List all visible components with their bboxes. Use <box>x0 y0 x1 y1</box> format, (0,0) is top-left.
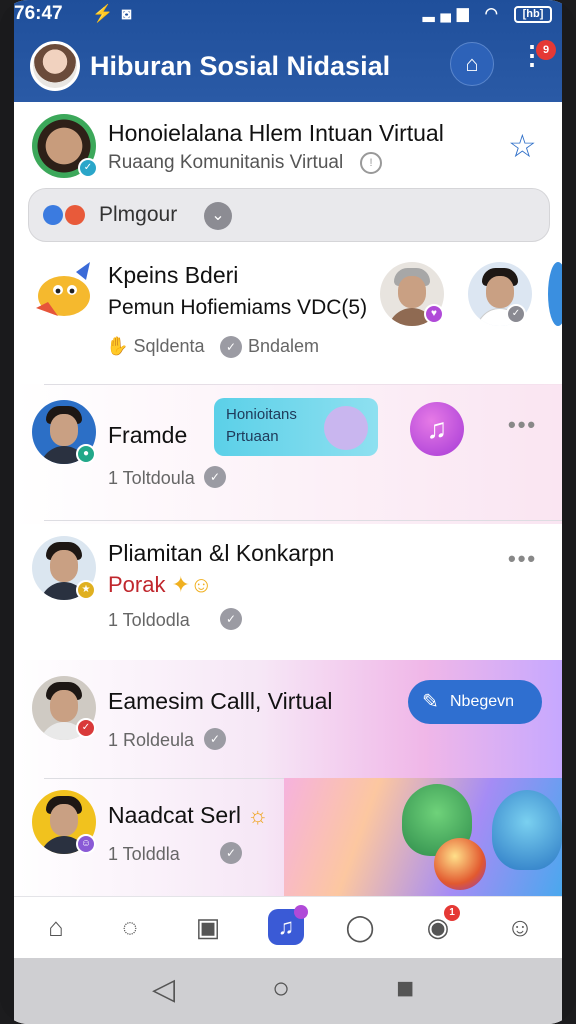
filter-bar[interactable]: Plmgour ⌄ <box>28 188 550 242</box>
check-icon: ✓ <box>220 842 242 864</box>
featured-avatar[interactable]: ✓ <box>32 114 98 178</box>
check-badge-icon: ✓ <box>506 304 526 324</box>
online-badge-icon: ● <box>76 444 96 464</box>
friend-avatar-3[interactable] <box>548 262 562 326</box>
app-screen: 76:47 ⚡⧇ ▂▄▆ ◠ [hb] Hiburan Sosial Nidas… <box>14 0 562 1024</box>
row2-name[interactable]: Framde <box>108 422 187 449</box>
community-card-subtitle: Prtuaan <box>226 428 279 445</box>
mascot-icon <box>28 258 100 324</box>
check-icon: ✓ <box>204 466 226 488</box>
nav-contacts-icon[interactable]: ▣ <box>188 909 228 945</box>
row5-name-text: Naadcat Serl <box>108 802 241 828</box>
music-indicator-icon <box>294 905 308 919</box>
row1-meta-a: ✋ Sqldenta <box>106 336 205 357</box>
nav-profile-icon[interactable]: ☺ <box>500 909 540 945</box>
row1-meta-a-text: Sqldenta <box>133 336 205 356</box>
sun-mascot-icon: ☼ <box>247 802 269 828</box>
hand-icon: ✋ <box>106 336 129 356</box>
join-call-button[interactable]: ✎ Nbegevn <box>408 680 542 724</box>
music-note-button[interactable]: ♫ <box>410 402 464 456</box>
row3-line2: Porak ✦☺ <box>108 572 213 598</box>
home-circle-icon[interactable]: ○ <box>272 972 290 1006</box>
row5-name[interactable]: Naadcat Serl ☼ <box>108 802 268 829</box>
join-call-label: Nbegevn <box>450 693 515 710</box>
featured-subtitle: Ruaang Komunitanis Virtual <box>108 152 344 173</box>
row1-meta-b: Bndalem <box>248 336 320 356</box>
filter-color-dots <box>43 205 87 225</box>
profile-avatar[interactable] <box>30 41 80 91</box>
check-icon: ✓ <box>220 336 242 358</box>
orange-dot-icon <box>65 205 85 225</box>
cat-mascot-icon <box>324 406 368 450</box>
orb-icon <box>434 838 486 890</box>
row2-meta: 1 Toltdoula <box>108 468 195 488</box>
favorite-star-icon[interactable]: ☆ <box>508 127 537 165</box>
filter-label: Plmgour <box>99 203 178 226</box>
row5-meta: 1 Tolddla <box>108 844 180 864</box>
nav-chat-icon[interactable]: ◯ <box>340 909 380 945</box>
blue-dragon-icon <box>492 790 562 870</box>
star-badge-icon: ★ <box>76 580 96 600</box>
app-header: 76:47 ⚡⧇ ▂▄▆ ◠ [hb] Hiburan Sosial Nidas… <box>14 0 562 102</box>
verified-icon: ✓ <box>78 158 98 178</box>
heart-badge-icon: ♥ <box>424 304 444 324</box>
back-icon[interactable]: ◁ <box>152 972 175 1007</box>
page-title: Hiburan Sosial Nidasial <box>90 51 391 81</box>
home-bag-button[interactable]: ⌂ <box>450 42 494 86</box>
chevron-down-icon[interactable]: ⌄ <box>204 202 232 230</box>
nav-home-icon[interactable]: ⌂ <box>36 909 76 945</box>
more-menu-button[interactable]: ⋮ <box>519 42 545 84</box>
messages-badge: 1 <box>444 905 460 921</box>
check-badge-icon: ✓ <box>76 718 96 738</box>
notification-badge: 9 <box>536 40 556 60</box>
smile-badge-icon: ☺ <box>76 834 96 854</box>
status-right-icons: ▂▄▆ ◠ [hb] <box>423 4 552 23</box>
bottom-nav: ⌂ ◌ ▣ ♫ ◯ ◉ 1 ☺ <box>14 896 562 958</box>
blue-dot-icon <box>43 205 63 225</box>
divider <box>44 520 562 521</box>
bag-icon: ⌂ <box>465 51 479 76</box>
pen-icon: ✎ <box>422 691 439 713</box>
check-icon: ✓ <box>204 728 226 750</box>
row3-meta: 1 Toldodla <box>108 610 190 630</box>
row1-name[interactable]: Kpeins Bderi <box>108 262 238 289</box>
system-nav-bar: ◁ ○ ■ <box>14 958 562 1024</box>
row2-more-button[interactable]: ••• <box>508 412 537 438</box>
row4-meta: 1 Roldeula <box>108 730 195 750</box>
status-bar: 76:47 ⚡⧇ ▂▄▆ ◠ [hb] <box>14 0 562 30</box>
battery-icon: [hb] <box>514 5 552 23</box>
emoji-icon: ✦☺ <box>171 572 213 597</box>
status-time: 76:47 <box>14 3 63 24</box>
info-icon: ! <box>360 152 382 174</box>
row3-more-button[interactable]: ••• <box>508 546 537 572</box>
row4-name[interactable]: Eamesim Calll, Virtual <box>108 688 333 715</box>
community-card-title: Honioitans <box>226 406 297 423</box>
row1-line2: Pemun Hofiemiams VDC(5) <box>108 296 368 319</box>
row3-line2-text: Porak <box>108 572 166 597</box>
row3-name[interactable]: Pliamitan &l Konkarpn <box>108 540 334 567</box>
status-notification-icons: ⚡⧇ <box>92 4 140 23</box>
community-card[interactable]: Honioitans Prtuaan <box>214 398 378 456</box>
check-icon: ✓ <box>220 608 242 630</box>
featured-title[interactable]: Honoielalana Hlem Intuan Virtual <box>108 120 444 147</box>
phone-frame: 76:47 ⚡⧇ ▂▄▆ ◠ [hb] Hiburan Sosial Nidas… <box>0 0 576 1024</box>
nav-activity-icon[interactable]: ◌ <box>110 909 150 945</box>
recents-icon[interactable]: ■ <box>396 972 414 1006</box>
